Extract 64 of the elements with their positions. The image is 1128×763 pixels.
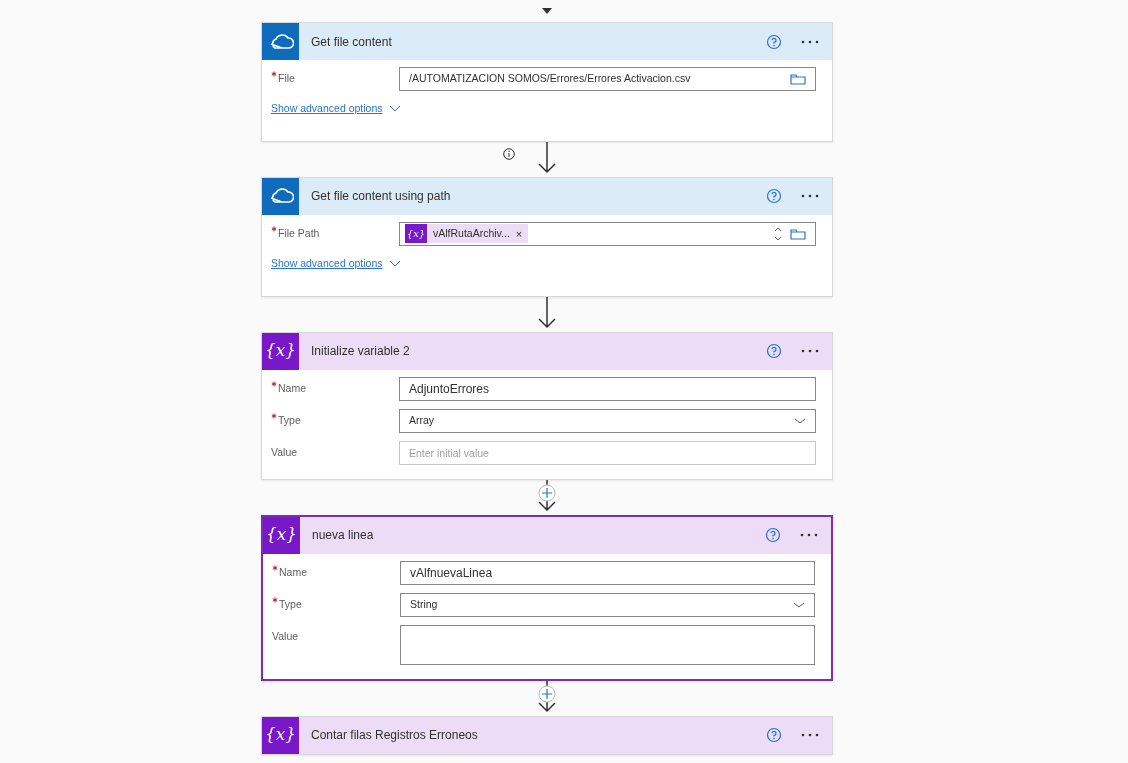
variable-icon: {x} <box>263 516 300 554</box>
field-label: File Path <box>278 225 320 241</box>
folder-icon[interactable] <box>790 226 806 241</box>
input-field[interactable]: Enter initial value <box>399 440 816 465</box>
card-title: Contar filas Registros Erroneos <box>311 727 479 744</box>
field-label: Type <box>278 412 301 428</box>
chevron-down-icon <box>793 601 805 608</box>
add-step-button[interactable] <box>538 483 556 502</box>
more-icon <box>800 348 820 354</box>
variable-icon: {x} <box>262 716 299 754</box>
chevron-down-icon <box>794 417 806 424</box>
help-icon <box>765 527 781 543</box>
card-title: Initialize variable 2 <box>311 343 411 360</box>
more-button[interactable] <box>800 38 820 45</box>
help-button[interactable] <box>765 527 781 543</box>
more-button[interactable] <box>800 193 820 200</box>
cloud-icon <box>262 23 299 60</box>
field-label: Name <box>279 564 307 580</box>
type-dropdown[interactable]: String <box>400 592 815 617</box>
more-icon <box>799 532 819 538</box>
arrow-head-icon <box>542 8 552 14</box>
file-field[interactable]: /AUTOMATIZACION SOMOS/Errores/Errores Activacion.csv <box>399 67 816 91</box>
more-button[interactable] <box>800 348 820 354</box>
more-icon <box>800 38 820 45</box>
action-card[interactable]: Get file content using path File Path {x} vAlfRutaArchiv... × Show advanced options <box>261 176 833 297</box>
card-title: nueva linea <box>312 527 375 544</box>
chevron-down-icon <box>388 260 401 268</box>
action-card[interactable]: {x} nueva linea Name vAlfnuevaLinea Type String Value <box>261 514 833 681</box>
card-title: Get file content <box>311 33 393 51</box>
action-card[interactable]: {x} Initialize variable 2 Name AdjuntoErrores Type Array Value Enter initial value <box>261 331 833 480</box>
more-button[interactable] <box>799 532 819 538</box>
field-label: Name <box>278 380 306 396</box>
advanced-options-link[interactable]: Show advanced options <box>271 255 401 272</box>
add-step-button[interactable] <box>538 684 556 703</box>
help-icon <box>766 33 782 50</box>
type-dropdown[interactable]: Array <box>399 408 816 433</box>
help-icon <box>766 343 782 359</box>
chevron-down-icon <box>388 105 401 113</box>
help-button[interactable] <box>766 343 782 359</box>
field-label: File <box>278 71 295 86</box>
more-button[interactable] <box>800 732 820 738</box>
card-title: Get file content using path <box>311 188 452 206</box>
folder-icon[interactable] <box>790 72 806 86</box>
value-field[interactable] <box>400 624 815 665</box>
help-button[interactable] <box>766 188 782 205</box>
token-chip[interactable]: {x} vAlfRutaArchiv... × <box>405 224 529 244</box>
help-button[interactable] <box>766 727 782 743</box>
field-label: Value <box>272 628 299 644</box>
advanced-options-link[interactable]: Show advanced options <box>271 101 401 117</box>
more-icon <box>800 193 820 200</box>
field-label: Type <box>279 596 302 612</box>
file-path-field[interactable]: {x} vAlfRutaArchiv... × <box>399 221 816 246</box>
spinner-icon[interactable] <box>774 226 782 241</box>
action-card[interactable]: {x} Contar filas Registros Erroneos <box>261 715 833 755</box>
help-icon <box>766 727 782 743</box>
more-icon <box>800 732 820 738</box>
cloud-icon <box>262 177 299 215</box>
input-field[interactable]: AdjuntoErrores <box>399 376 816 401</box>
help-icon <box>766 188 782 205</box>
help-button[interactable] <box>766 33 782 50</box>
input-field[interactable]: vAlfnuevaLinea <box>400 560 815 585</box>
field-label: Value <box>271 444 298 460</box>
variable-icon: {x} <box>262 332 299 370</box>
action-card[interactable]: Get file content File /AUTOMATIZACION SOMOS/Errores/Errores Activacion.csv Show advanced options <box>261 22 833 142</box>
